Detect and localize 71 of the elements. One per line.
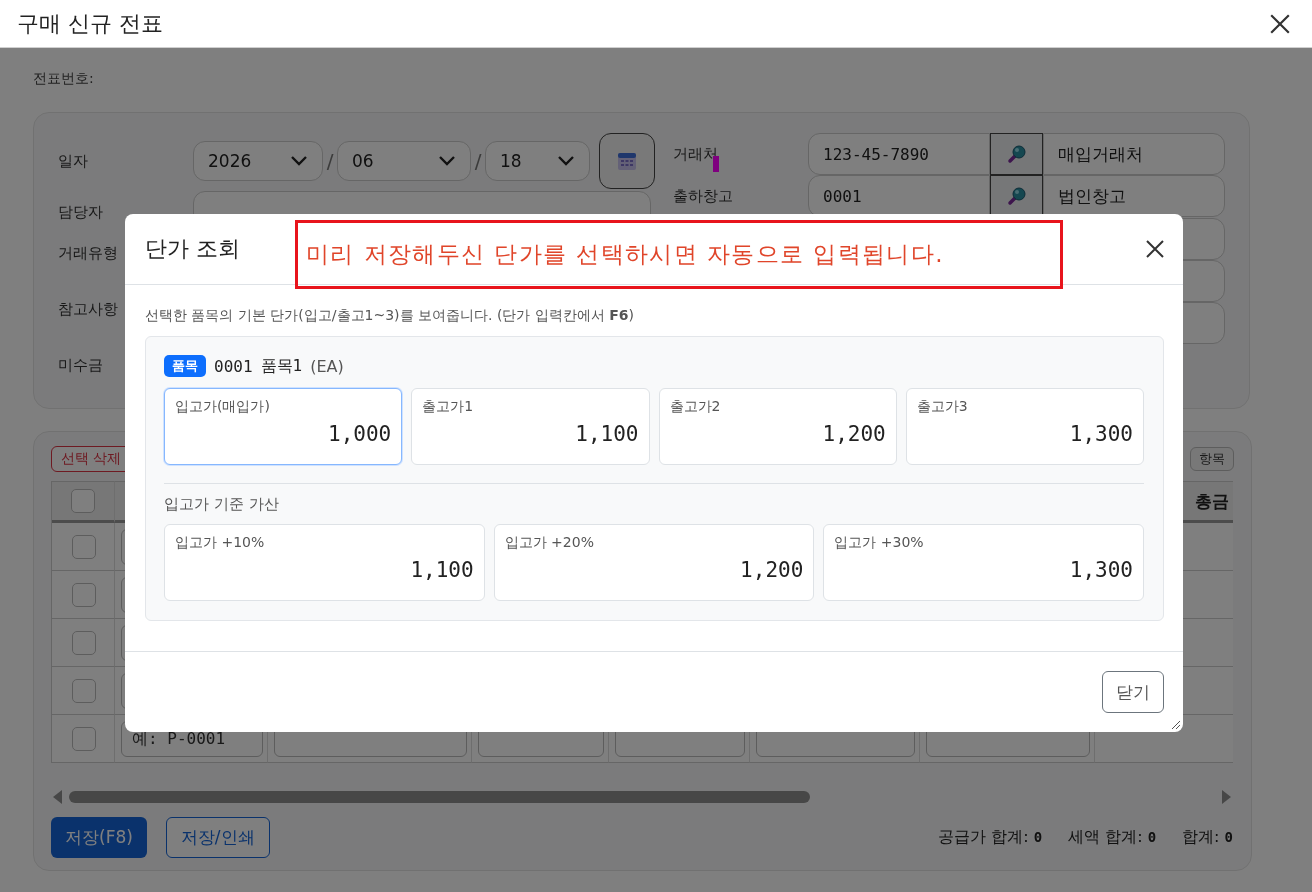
dialog-title: 단가 조회 xyxy=(145,235,240,263)
price-card[interactable]: 입고가 +10% 1,100 xyxy=(164,524,485,601)
close-button[interactable] xyxy=(1269,12,1291,35)
field-label: 참고사항 xyxy=(58,299,118,319)
field-label: 거래처 xyxy=(673,144,718,164)
input-field[interactable]: 0001 xyxy=(808,175,990,217)
scroll-left-icon xyxy=(51,789,63,805)
search-icon xyxy=(1006,144,1027,164)
columns-button[interactable]: 항목 xyxy=(1190,447,1234,471)
checkbox[interactable] xyxy=(71,489,95,513)
section-label: 입고가 기준 가산 xyxy=(164,495,280,514)
item-badge: 품목 xyxy=(164,355,206,377)
total-value: 0 xyxy=(1147,829,1157,845)
select-value: 06 xyxy=(352,151,374,171)
price-card[interactable]: 입고가 +20% 1,200 xyxy=(493,524,815,601)
total-value: 0 xyxy=(1224,829,1233,845)
checkbox[interactable] xyxy=(72,630,96,655)
select-field[interactable]: 2026 xyxy=(193,141,323,181)
price-card[interactable]: 출고가1 1,100 xyxy=(411,388,650,465)
annotation-callout: 미리 저장해두신 단가를 선택하시면 자동으로 입력됩니다. xyxy=(295,220,1063,289)
scroll-right-icon xyxy=(1221,789,1233,805)
input-field[interactable]: 법인창고 xyxy=(1043,175,1225,217)
total-label: 합계: xyxy=(1182,827,1220,846)
checkbox[interactable] xyxy=(72,726,96,751)
field-value: 매입거래처 xyxy=(1058,142,1143,166)
checkbox[interactable] xyxy=(72,678,96,703)
field-label: 일자 xyxy=(58,151,88,171)
calendar-button[interactable] xyxy=(599,133,655,189)
select-value: 2026 xyxy=(208,151,252,171)
select-field[interactable]: 06 xyxy=(337,141,471,181)
select-field[interactable]: 18 xyxy=(485,141,590,181)
field-value: 0001 xyxy=(823,186,862,206)
field-label: 출하창고 xyxy=(673,186,733,206)
field-value: 123-45-7890 xyxy=(823,144,929,164)
save-button[interactable]: 저장(F8) xyxy=(51,817,147,858)
checkbox[interactable] xyxy=(72,582,96,607)
price-card[interactable]: 출고가2 1,200 xyxy=(658,388,897,465)
total-label: 공급가 합계: xyxy=(938,827,1029,846)
resize-grip-icon xyxy=(1171,720,1181,730)
save-print-button[interactable]: 저장/인쇄 xyxy=(165,817,270,858)
item-code: 0001 xyxy=(214,356,253,376)
field-label: 거래유형 xyxy=(58,243,118,263)
field-label: 담당자 xyxy=(58,202,103,222)
item-name: 품목1 xyxy=(260,355,303,377)
price-card[interactable]: 입고가 +30% 1,300 xyxy=(823,524,1144,601)
calendar-icon xyxy=(617,151,637,171)
close-button[interactable] xyxy=(1145,239,1165,259)
date-separator: / xyxy=(325,149,335,173)
chevron-down-icon xyxy=(438,155,456,167)
input-field[interactable]: 123-45-7890 xyxy=(808,133,990,175)
price-card[interactable]: 입고가(매입가) 1,000 xyxy=(164,388,403,465)
input-field[interactable]: 매입거래처 xyxy=(1043,133,1225,175)
field-value: 법인창고 xyxy=(1058,184,1126,208)
close-icon xyxy=(1145,239,1165,259)
chevron-down-icon xyxy=(557,155,575,167)
window-title: 구매 신규 전표 xyxy=(17,9,163,38)
search-button[interactable] xyxy=(990,175,1043,217)
search-icon xyxy=(1006,186,1027,206)
close-icon xyxy=(1269,12,1291,35)
field-label: 미수금 xyxy=(58,355,103,375)
close-button[interactable]: 닫기 xyxy=(1102,671,1164,713)
item-unit: (EA) xyxy=(310,356,344,376)
select-value: 18 xyxy=(500,151,522,171)
description-text: 선택한 품목의 기본 단가(입고/출고1~3)를 보여줍니다. (단가 입력칸에서 F6) xyxy=(145,306,636,325)
checkbox[interactable] xyxy=(72,534,96,559)
total-label: 세액 합계: xyxy=(1068,827,1143,846)
date-separator: / xyxy=(473,149,483,173)
chevron-down-icon xyxy=(290,155,308,167)
price-card[interactable]: 출고가3 1,300 xyxy=(905,388,1144,465)
field-label: 전표번호: xyxy=(33,69,95,88)
total-value: 0 xyxy=(1033,829,1043,845)
